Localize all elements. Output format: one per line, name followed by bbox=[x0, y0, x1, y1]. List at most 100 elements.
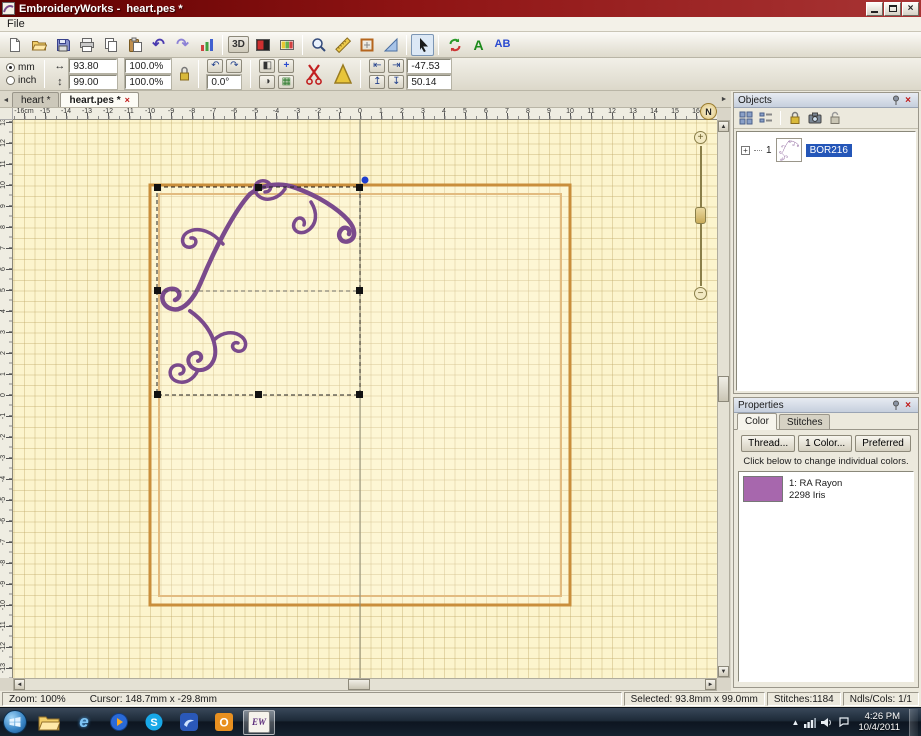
one-color-button[interactable]: 1 Color... bbox=[798, 435, 852, 452]
hoop-button[interactable] bbox=[355, 34, 378, 56]
align-right-button[interactable]: ⇥ bbox=[388, 59, 404, 73]
realistic-view-button[interactable] bbox=[251, 34, 274, 56]
tab-scroll-left-button[interactable]: ◄ bbox=[0, 94, 12, 107]
lock-aspect-icon[interactable] bbox=[179, 65, 190, 83]
align-top-button[interactable]: ↥ bbox=[369, 75, 385, 89]
taskbar-skype-button[interactable]: S bbox=[138, 710, 170, 735]
taskbar-embroideryworks-button[interactable]: EW bbox=[243, 710, 275, 735]
unit-inch-radio[interactable]: inch bbox=[6, 75, 36, 86]
snapshot-button[interactable] bbox=[806, 110, 824, 127]
rotate-right-button[interactable]: ↷ bbox=[226, 59, 242, 73]
pin-icon[interactable] bbox=[890, 399, 902, 411]
width-field[interactable]: 93.80 bbox=[69, 59, 117, 73]
save-button[interactable] bbox=[51, 34, 74, 56]
zoom-in-button[interactable]: + bbox=[694, 131, 707, 144]
taskbar-outlook-button[interactable]: O bbox=[208, 710, 240, 735]
tab-scroll-right-button[interactable]: ► bbox=[718, 93, 730, 106]
undo-button[interactable]: ↶ bbox=[147, 34, 170, 56]
thread-swatch[interactable] bbox=[743, 476, 783, 502]
network-icon[interactable] bbox=[804, 717, 816, 728]
taskbar-clock[interactable]: 4:26 PM 10/4/2011 bbox=[854, 711, 904, 734]
center-design-button[interactable]: + bbox=[278, 59, 294, 73]
object-thumbnail[interactable] bbox=[776, 138, 802, 162]
paste-button[interactable] bbox=[123, 34, 146, 56]
lock-button[interactable] bbox=[786, 110, 804, 127]
taskbar-messenger-button[interactable] bbox=[173, 710, 205, 735]
height-field[interactable]: 99.00 bbox=[69, 75, 117, 89]
align-bottom-button[interactable]: ↧ bbox=[388, 75, 404, 89]
action-center-icon[interactable] bbox=[838, 717, 849, 728]
scroll-left-button[interactable]: ◄ bbox=[14, 679, 25, 690]
show-desktop-button[interactable] bbox=[909, 709, 918, 736]
rotation-handle[interactable] bbox=[362, 177, 369, 184]
thread-color-row[interactable]: 1: RA Rayon 2298 Iris bbox=[743, 476, 909, 502]
vscroll-thumb[interactable] bbox=[718, 376, 729, 402]
show-hidden-icons-button[interactable]: ▲ bbox=[792, 718, 800, 727]
thread-trim-button[interactable] bbox=[302, 60, 326, 88]
unlock-button[interactable] bbox=[826, 110, 844, 127]
horizontal-scrollbar[interactable]: ◄ ► bbox=[13, 678, 717, 691]
rotate-left-button[interactable]: ↶ bbox=[207, 59, 223, 73]
tab-close-icon[interactable]: × bbox=[125, 95, 130, 105]
object-name[interactable]: BOR216 bbox=[806, 144, 852, 157]
taskbar-explorer-button[interactable] bbox=[33, 710, 65, 735]
taskbar-ie-button[interactable]: e bbox=[68, 710, 100, 735]
pin-icon[interactable] bbox=[890, 94, 902, 106]
zoom-thumb[interactable] bbox=[695, 207, 706, 224]
unit-mm-radio[interactable]: mm bbox=[6, 62, 36, 73]
thread-button[interactable]: Thread... bbox=[741, 435, 795, 452]
scroll-up-button[interactable]: ▲ bbox=[718, 121, 729, 132]
hscroll-thumb[interactable] bbox=[348, 679, 370, 690]
close-button[interactable]: × bbox=[902, 2, 919, 16]
pos-x-field[interactable]: -47.53 bbox=[407, 59, 451, 73]
align-left-button[interactable]: ⇤ bbox=[369, 59, 385, 73]
zoom-button[interactable] bbox=[307, 34, 330, 56]
tab-color[interactable]: Color bbox=[737, 413, 777, 430]
grid-setup-button[interactable] bbox=[379, 34, 402, 56]
align-bottom-icon: ↧ bbox=[392, 77, 400, 87]
vertical-scrollbar[interactable]: ▲ ▼ bbox=[717, 120, 730, 678]
start-button[interactable] bbox=[3, 710, 27, 734]
slow-draw-icon[interactable] bbox=[334, 62, 352, 86]
view-3d-button[interactable]: 3D bbox=[227, 34, 250, 56]
monogram-button[interactable]: AB bbox=[491, 34, 514, 56]
design-canvas[interactable] bbox=[13, 120, 717, 678]
tree-expander[interactable]: + bbox=[741, 146, 750, 155]
scale-x-field[interactable]: 100.0% bbox=[125, 59, 171, 73]
tab-stitches[interactable]: Stitches bbox=[779, 414, 831, 429]
open-button[interactable] bbox=[27, 34, 50, 56]
volume-icon[interactable] bbox=[821, 717, 833, 728]
menu-file[interactable]: File bbox=[0, 18, 32, 30]
scroll-down-button[interactable]: ▼ bbox=[718, 666, 729, 677]
tab-heart[interactable]: heart * bbox=[12, 92, 59, 107]
list-view-button[interactable] bbox=[757, 110, 775, 127]
color-film-button[interactable] bbox=[275, 34, 298, 56]
redo-button[interactable]: ↷ bbox=[171, 34, 194, 56]
scroll-right-button[interactable]: ► bbox=[705, 679, 716, 690]
taskbar-media-player-button[interactable] bbox=[103, 710, 135, 735]
contrast-button[interactable]: ◧ bbox=[259, 59, 275, 73]
select-tool-button[interactable] bbox=[411, 34, 434, 56]
background-button[interactable]: ◑ bbox=[259, 75, 275, 89]
object-row[interactable]: + 1 BOR216 bbox=[737, 132, 915, 168]
pos-y-field[interactable]: 50.14 bbox=[407, 75, 451, 89]
minimize-button[interactable] bbox=[866, 2, 883, 16]
objects-close-icon[interactable]: × bbox=[902, 95, 914, 106]
properties-close-icon[interactable]: × bbox=[902, 400, 914, 411]
color-sort-button[interactable] bbox=[443, 34, 466, 56]
stitch-player-button[interactable] bbox=[195, 34, 218, 56]
preferred-button[interactable]: Preferred bbox=[855, 435, 911, 452]
zoom-out-button[interactable]: − bbox=[694, 287, 707, 300]
measure-button[interactable] bbox=[331, 34, 354, 56]
copy-button[interactable] bbox=[99, 34, 122, 56]
document-tab-bar: ◄ heart * heart.pes * × ► bbox=[0, 91, 731, 108]
print-button[interactable] bbox=[75, 34, 98, 56]
scale-y-field[interactable]: 100.0% bbox=[125, 75, 171, 89]
angle-field[interactable]: 0.0° bbox=[207, 75, 241, 89]
new-button[interactable] bbox=[3, 34, 26, 56]
lettering-button[interactable]: A bbox=[467, 34, 490, 56]
show-grid-button[interactable]: ▦ bbox=[278, 75, 294, 89]
maximize-button[interactable] bbox=[884, 2, 901, 16]
tab-heart-pes[interactable]: heart.pes * × bbox=[60, 92, 138, 107]
large-icons-view-button[interactable] bbox=[737, 110, 755, 127]
